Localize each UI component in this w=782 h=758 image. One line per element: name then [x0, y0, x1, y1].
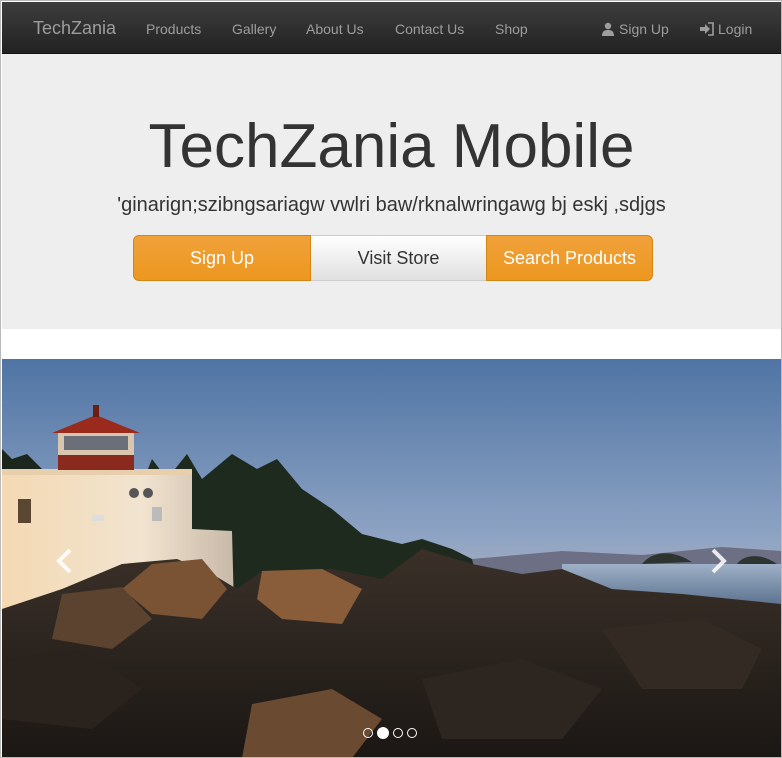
- nav-sign-up[interactable]: Sign Up: [601, 20, 669, 38]
- nav-login[interactable]: Login: [699, 20, 752, 38]
- login-icon: [699, 22, 714, 36]
- chevron-right-icon: [709, 548, 729, 579]
- carousel-indicator-3[interactable]: [393, 728, 403, 738]
- search-products-button[interactable]: Search Products: [486, 235, 653, 281]
- nav-sign-up-label: Sign Up: [619, 21, 669, 37]
- carousel-prev-button[interactable]: [54, 547, 74, 580]
- hero-button-group: Sign Up Visit Store Search Products: [133, 235, 653, 281]
- nav-gallery[interactable]: Gallery: [232, 20, 276, 38]
- chevron-left-icon: [54, 548, 74, 579]
- nav-about-us[interactable]: About Us: [306, 20, 364, 38]
- carousel-indicator-2[interactable]: [377, 727, 389, 739]
- page-title: TechZania Mobile: [148, 112, 635, 181]
- nav-products[interactable]: Products: [146, 20, 201, 38]
- lighthouse-slide-image: [2, 359, 781, 757]
- nav-contact-us[interactable]: Contact Us: [395, 20, 464, 38]
- carousel-indicator-1[interactable]: [363, 728, 373, 738]
- jumbotron: TechZania Mobile 'ginarign;szibngsariagw…: [2, 54, 781, 329]
- visit-store-button[interactable]: Visit Store: [311, 235, 486, 281]
- carousel-indicator-4[interactable]: [407, 728, 417, 738]
- page-subtitle: 'ginarign;szibngsariagw vwlri baw/rknalw…: [117, 194, 666, 216]
- brand-logo[interactable]: TechZania: [33, 18, 116, 38]
- sign-up-button[interactable]: Sign Up: [133, 235, 311, 281]
- image-carousel: [2, 359, 781, 757]
- carousel-indicators: [363, 727, 417, 739]
- nav-login-label: Login: [718, 21, 753, 37]
- carousel-next-button[interactable]: [709, 547, 729, 580]
- browser-viewport: TechZania Products Gallery About Us Cont…: [0, 0, 782, 758]
- user-icon: [601, 22, 615, 36]
- top-navbar: TechZania Products Gallery About Us Cont…: [2, 2, 781, 54]
- nav-shop[interactable]: Shop: [495, 20, 528, 38]
